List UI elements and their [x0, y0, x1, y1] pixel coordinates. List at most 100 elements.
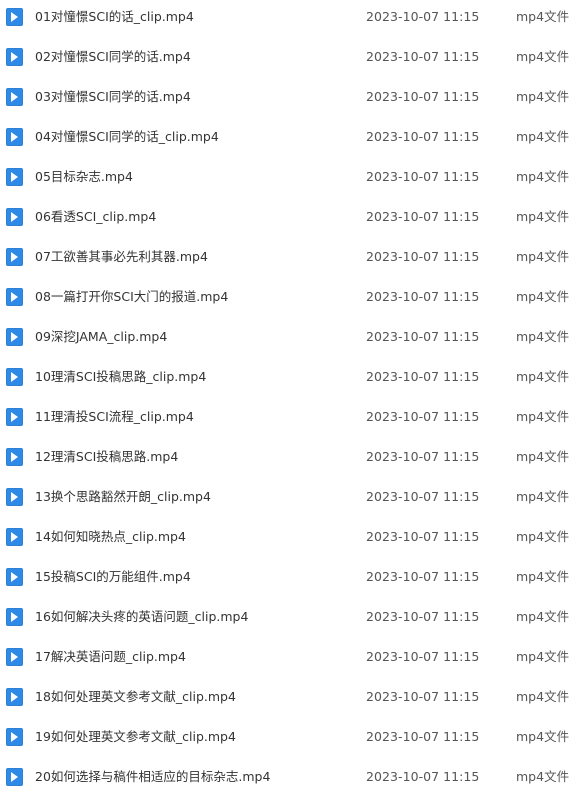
file-name: 19如何处理英文参考文献_clip.mp4 [35, 729, 236, 744]
video-file-icon [6, 728, 23, 746]
file-modified-date: 2023-10-07 11:15 [366, 249, 480, 264]
file-type: mp4文件 [516, 769, 570, 784]
video-file-icon [6, 168, 23, 186]
video-file-icon [6, 368, 23, 386]
file-type: mp4文件 [516, 289, 570, 304]
video-file-icon [6, 568, 23, 586]
video-file-icon [6, 128, 23, 146]
file-row[interactable]: 19如何处理英文参考文献_clip.mp4 2023-10-07 11:15 m… [0, 720, 581, 760]
file-type: mp4文件 [516, 569, 570, 584]
file-type: mp4文件 [516, 489, 570, 504]
file-modified-date: 2023-10-07 11:15 [366, 409, 480, 424]
file-modified-date: 2023-10-07 11:15 [366, 89, 480, 104]
file-modified-date: 2023-10-07 11:15 [366, 649, 480, 664]
video-file-icon [6, 648, 23, 666]
file-name: 15投稿SCI的万能组件.mp4 [35, 569, 191, 584]
file-name: 04对憧憬SCI同学的话_clip.mp4 [35, 129, 219, 144]
file-name: 05目标杂志.mp4 [35, 169, 133, 184]
file-row[interactable]: 18如何处理英文参考文献_clip.mp4 2023-10-07 11:15 m… [0, 680, 581, 720]
file-modified-date: 2023-10-07 11:15 [366, 329, 480, 344]
file-modified-date: 2023-10-07 11:15 [366, 289, 480, 304]
file-type: mp4文件 [516, 649, 570, 664]
file-name: 02对憧憬SCI同学的话.mp4 [35, 49, 191, 64]
file-name: 06看透SCI_clip.mp4 [35, 209, 157, 224]
file-type: mp4文件 [516, 689, 570, 704]
file-modified-date: 2023-10-07 11:15 [366, 609, 480, 624]
file-row[interactable]: 05目标杂志.mp4 2023-10-07 11:15 mp4文件 [0, 160, 581, 200]
video-file-icon [6, 608, 23, 626]
file-name: 12理清SCI投稿思路.mp4 [35, 449, 179, 464]
file-type: mp4文件 [516, 369, 570, 384]
file-row[interactable]: 15投稿SCI的万能组件.mp4 2023-10-07 11:15 mp4文件 [0, 560, 581, 600]
video-file-icon [6, 408, 23, 426]
video-file-icon [6, 288, 23, 306]
file-modified-date: 2023-10-07 11:15 [366, 449, 480, 464]
file-row[interactable]: 08一篇打开你SCI大门的报道.mp4 2023-10-07 11:15 mp4… [0, 280, 581, 320]
file-name: 03对憧憬SCI同学的话.mp4 [35, 89, 191, 104]
file-name: 16如何解决头疼的英语问题_clip.mp4 [35, 609, 249, 624]
file-modified-date: 2023-10-07 11:15 [366, 489, 480, 504]
video-file-icon [6, 208, 23, 226]
video-file-icon [6, 488, 23, 506]
file-type: mp4文件 [516, 129, 570, 144]
file-row[interactable]: 11理清投SCI流程_clip.mp4 2023-10-07 11:15 mp4… [0, 400, 581, 440]
video-file-icon [6, 768, 23, 786]
file-modified-date: 2023-10-07 11:15 [366, 209, 480, 224]
file-modified-date: 2023-10-07 11:15 [366, 569, 480, 584]
file-type: mp4文件 [516, 729, 570, 744]
file-name: 18如何处理英文参考文献_clip.mp4 [35, 689, 236, 704]
file-row[interactable]: 06看透SCI_clip.mp4 2023-10-07 11:15 mp4文件 [0, 200, 581, 240]
file-type: mp4文件 [516, 249, 570, 264]
file-type: mp4文件 [516, 329, 570, 344]
video-file-icon [6, 448, 23, 466]
file-row[interactable]: 02对憧憬SCI同学的话.mp4 2023-10-07 11:15 mp4文件 [0, 40, 581, 80]
file-name: 09深挖JAMA_clip.mp4 [35, 329, 168, 344]
file-name: 07工欲善其事必先利其器.mp4 [35, 249, 208, 264]
file-type: mp4文件 [516, 89, 570, 104]
file-name: 01对憧憬SCI的话_clip.mp4 [35, 9, 194, 24]
file-name: 08一篇打开你SCI大门的报道.mp4 [35, 289, 229, 304]
file-row[interactable]: 07工欲善其事必先利其器.mp4 2023-10-07 11:15 mp4文件 [0, 240, 581, 280]
file-type: mp4文件 [516, 409, 570, 424]
video-file-icon [6, 88, 23, 106]
file-row[interactable]: 16如何解决头疼的英语问题_clip.mp4 2023-10-07 11:15 … [0, 600, 581, 640]
file-row[interactable]: 04对憧憬SCI同学的话_clip.mp4 2023-10-07 11:15 m… [0, 120, 581, 160]
file-row[interactable]: 13换个思路豁然开朗_clip.mp4 2023-10-07 11:15 mp4… [0, 480, 581, 520]
file-modified-date: 2023-10-07 11:15 [366, 689, 480, 704]
file-name: 17解决英语问题_clip.mp4 [35, 649, 186, 664]
file-type: mp4文件 [516, 169, 570, 184]
video-file-icon [6, 48, 23, 66]
file-type: mp4文件 [516, 49, 570, 64]
file-name: 10理清SCI投稿思路_clip.mp4 [35, 369, 207, 384]
file-row[interactable]: 12理清SCI投稿思路.mp4 2023-10-07 11:15 mp4文件 [0, 440, 581, 480]
file-modified-date: 2023-10-07 11:15 [366, 9, 480, 24]
file-row[interactable]: 14如何知晓热点_clip.mp4 2023-10-07 11:15 mp4文件 [0, 520, 581, 560]
file-type: mp4文件 [516, 529, 570, 544]
file-name: 13换个思路豁然开朗_clip.mp4 [35, 489, 211, 504]
file-name: 14如何知晓热点_clip.mp4 [35, 529, 186, 544]
file-type: mp4文件 [516, 9, 570, 24]
file-type: mp4文件 [516, 449, 570, 464]
file-row[interactable]: 20如何选择与稿件相适应的目标杂志.mp4 2023-10-07 11:15 m… [0, 760, 581, 797]
file-row[interactable]: 10理清SCI投稿思路_clip.mp4 2023-10-07 11:15 mp… [0, 360, 581, 400]
video-file-icon [6, 528, 23, 546]
file-row[interactable]: 09深挖JAMA_clip.mp4 2023-10-07 11:15 mp4文件 [0, 320, 581, 360]
file-modified-date: 2023-10-07 11:15 [366, 729, 480, 744]
file-modified-date: 2023-10-07 11:15 [366, 49, 480, 64]
video-file-icon [6, 8, 23, 26]
file-modified-date: 2023-10-07 11:15 [366, 169, 480, 184]
file-type: mp4文件 [516, 609, 570, 624]
file-modified-date: 2023-10-07 11:15 [366, 769, 480, 784]
file-type: mp4文件 [516, 209, 570, 224]
video-file-icon [6, 248, 23, 266]
file-row[interactable]: 17解决英语问题_clip.mp4 2023-10-07 11:15 mp4文件 [0, 640, 581, 680]
video-file-icon [6, 328, 23, 346]
file-row[interactable]: 03对憧憬SCI同学的话.mp4 2023-10-07 11:15 mp4文件 [0, 80, 581, 120]
video-file-icon [6, 688, 23, 706]
file-modified-date: 2023-10-07 11:15 [366, 369, 480, 384]
file-row[interactable]: 01对憧憬SCI的话_clip.mp4 2023-10-07 11:15 mp4… [0, 0, 581, 40]
file-name: 11理清投SCI流程_clip.mp4 [35, 409, 194, 424]
file-modified-date: 2023-10-07 11:15 [366, 529, 480, 544]
file-list: 01对憧憬SCI的话_clip.mp4 2023-10-07 11:15 mp4… [0, 0, 581, 797]
file-modified-date: 2023-10-07 11:15 [366, 129, 480, 144]
